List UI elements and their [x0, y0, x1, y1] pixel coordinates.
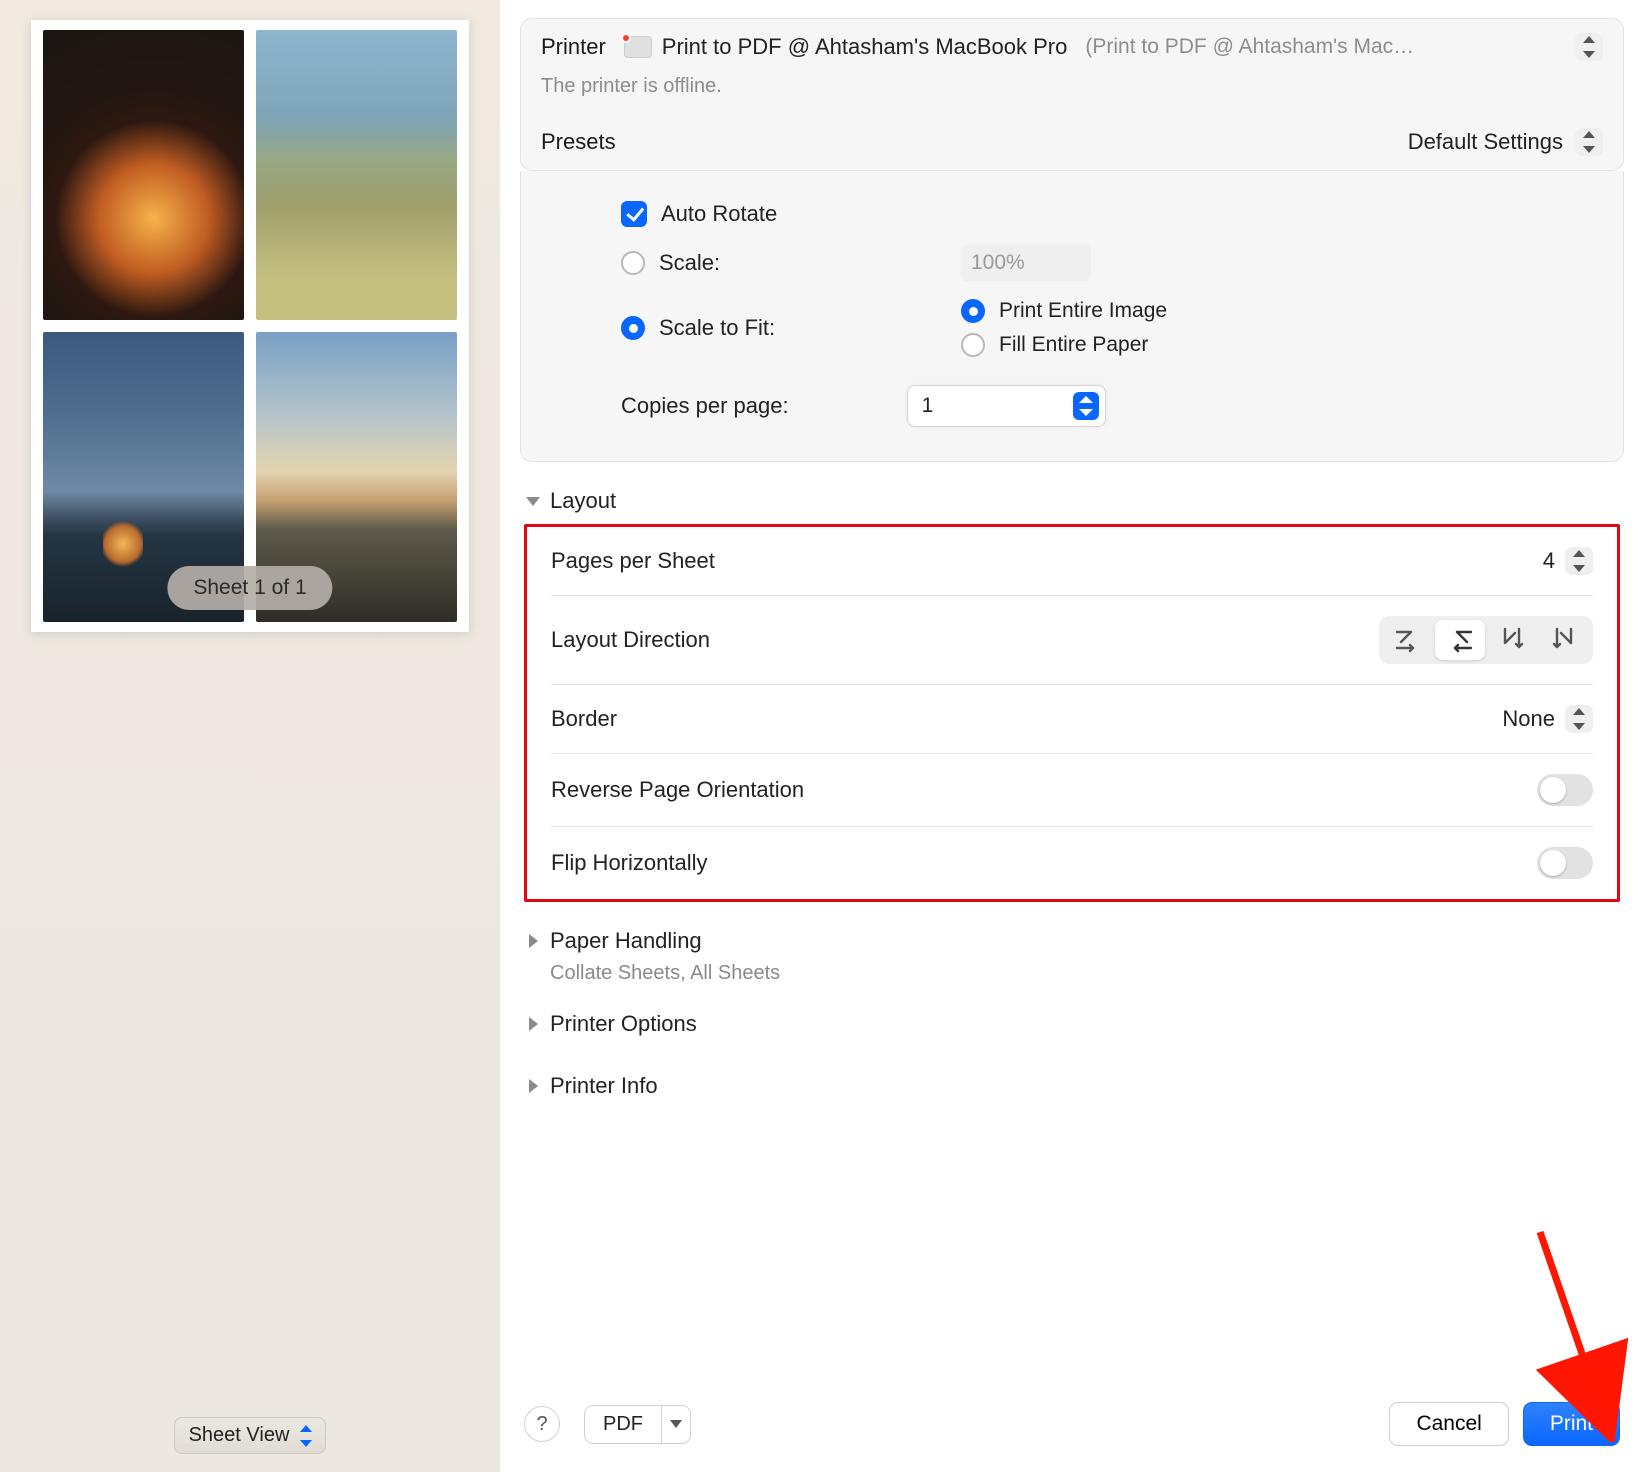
layout-direction-option-3[interactable] [1487, 620, 1537, 660]
printer-name: Print to PDF @ Ahtasham's MacBook Pro [662, 34, 1068, 60]
preview-pane: Sheet 1 of 1 Sheet View [0, 0, 500, 1472]
layout-direction-option-2[interactable] [1435, 620, 1485, 660]
thumbnail-image [43, 30, 244, 320]
scaling-panel: Auto Rotate Scale: Scale to Fit: Print E… [520, 171, 1624, 462]
paper-handling-subtitle: Collate Sheets, All Sheets [550, 962, 1620, 985]
printer-detail: (Print to PDF @ Ahtasham's Mac… [1085, 35, 1557, 59]
sheet-view-popup[interactable]: Sheet View [174, 1417, 327, 1454]
printer-presets-card: Printer Print to PDF @ Ahtasham's MacBoo… [520, 18, 1624, 171]
border-row[interactable]: Border None [551, 685, 1593, 754]
reverse-orientation-row: Reverse Page Orientation [551, 754, 1593, 827]
thumbnail-image [256, 30, 457, 320]
scale-to-fit-label: Scale to Fit: [659, 315, 775, 341]
layout-direction-label: Layout Direction [551, 627, 710, 653]
auto-rotate-label: Auto Rotate [661, 201, 777, 227]
scale-radio[interactable] [621, 251, 645, 275]
printer-offline-message: The printer is offline. [521, 75, 1623, 114]
printer-icon [624, 36, 652, 58]
flip-horizontally-label: Flip Horizontally [551, 850, 708, 876]
pages-per-sheet-value: 4 [1543, 548, 1555, 574]
pdf-menu-button[interactable]: PDF [584, 1405, 691, 1444]
chevron-right-icon [524, 933, 540, 949]
border-value: None [1502, 706, 1555, 732]
presets-value: Default Settings [1408, 129, 1563, 155]
layout-options-box: Pages per Sheet 4 Layout Direction [524, 524, 1620, 902]
printer-stepper[interactable] [1575, 33, 1603, 61]
printer-name-group: Print to PDF @ Ahtasham's MacBook Pro [624, 34, 1068, 60]
border-label: Border [551, 706, 617, 732]
sheet-view-label: Sheet View [189, 1424, 290, 1447]
scale-input [961, 245, 1091, 281]
updown-icon [1580, 36, 1598, 58]
scale-to-fit-radio[interactable] [621, 316, 645, 340]
print-button[interactable]: Print [1523, 1402, 1620, 1446]
pdf-label: PDF [585, 1406, 661, 1443]
border-stepper[interactable] [1565, 705, 1593, 733]
scale-label: Scale: [659, 250, 720, 276]
thumbnail-grid [43, 30, 457, 622]
chevron-right-icon [524, 1078, 540, 1094]
copies-per-page-label: Copies per page: [621, 393, 789, 419]
chevron-down-icon [670, 1420, 682, 1428]
dialog-footer: ? PDF Cancel Print [500, 1380, 1644, 1472]
updown-icon [1073, 392, 1099, 420]
printer-info-title: Printer Info [550, 1073, 658, 1099]
presets-stepper[interactable] [1575, 128, 1603, 156]
fill-entire-label: Fill Entire Paper [999, 333, 1148, 357]
pdf-chevron [661, 1406, 690, 1443]
printer-label: Printer [541, 34, 606, 60]
preview-sheet: Sheet 1 of 1 [31, 20, 469, 632]
layout-direction-row: Layout Direction [551, 596, 1593, 685]
copies-value: 1 [922, 394, 934, 418]
chevron-down-icon [524, 493, 540, 509]
pages-per-sheet-stepper[interactable] [1565, 547, 1593, 575]
presets-row[interactable]: Presets Default Settings [521, 114, 1623, 170]
layout-direction-option-4[interactable] [1539, 620, 1589, 660]
layout-header[interactable]: Layout [524, 488, 1620, 514]
copies-per-page-select[interactable]: 1 [907, 385, 1107, 427]
updown-icon [297, 1425, 315, 1447]
printer-options-header[interactable]: Printer Options [524, 1011, 1620, 1037]
cancel-button[interactable]: Cancel [1389, 1402, 1508, 1446]
print-entire-radio[interactable] [961, 299, 985, 323]
layout-direction-segmented [1379, 616, 1593, 664]
printer-info-header[interactable]: Printer Info [524, 1073, 1620, 1099]
fill-entire-radio[interactable] [961, 333, 985, 357]
flip-horizontally-row: Flip Horizontally [551, 827, 1593, 899]
chevron-right-icon [524, 1016, 540, 1032]
reverse-orientation-label: Reverse Page Orientation [551, 777, 804, 803]
pages-per-sheet-row[interactable]: Pages per Sheet 4 [551, 527, 1593, 596]
flip-horizontally-toggle[interactable] [1537, 847, 1593, 879]
pages-per-sheet-label: Pages per Sheet [551, 548, 715, 574]
updown-icon [1580, 131, 1598, 153]
print-entire-label: Print Entire Image [999, 299, 1167, 323]
updown-icon [1570, 550, 1588, 572]
updown-icon [1570, 708, 1588, 730]
layout-direction-option-1[interactable] [1383, 620, 1433, 660]
layout-title: Layout [550, 488, 616, 514]
printer-options-title: Printer Options [550, 1011, 697, 1037]
reverse-orientation-toggle[interactable] [1537, 774, 1593, 806]
printer-row[interactable]: Printer Print to PDF @ Ahtasham's MacBoo… [521, 19, 1623, 75]
sheet-indicator-badge: Sheet 1 of 1 [167, 566, 332, 610]
presets-label: Presets [541, 129, 616, 155]
settings-pane: Printer Print to PDF @ Ahtasham's MacBoo… [500, 0, 1644, 1472]
help-button[interactable]: ? [524, 1406, 560, 1442]
paper-handling-title: Paper Handling [550, 928, 702, 954]
paper-handling-header[interactable]: Paper Handling [524, 928, 1620, 954]
auto-rotate-checkbox[interactable] [621, 201, 647, 227]
